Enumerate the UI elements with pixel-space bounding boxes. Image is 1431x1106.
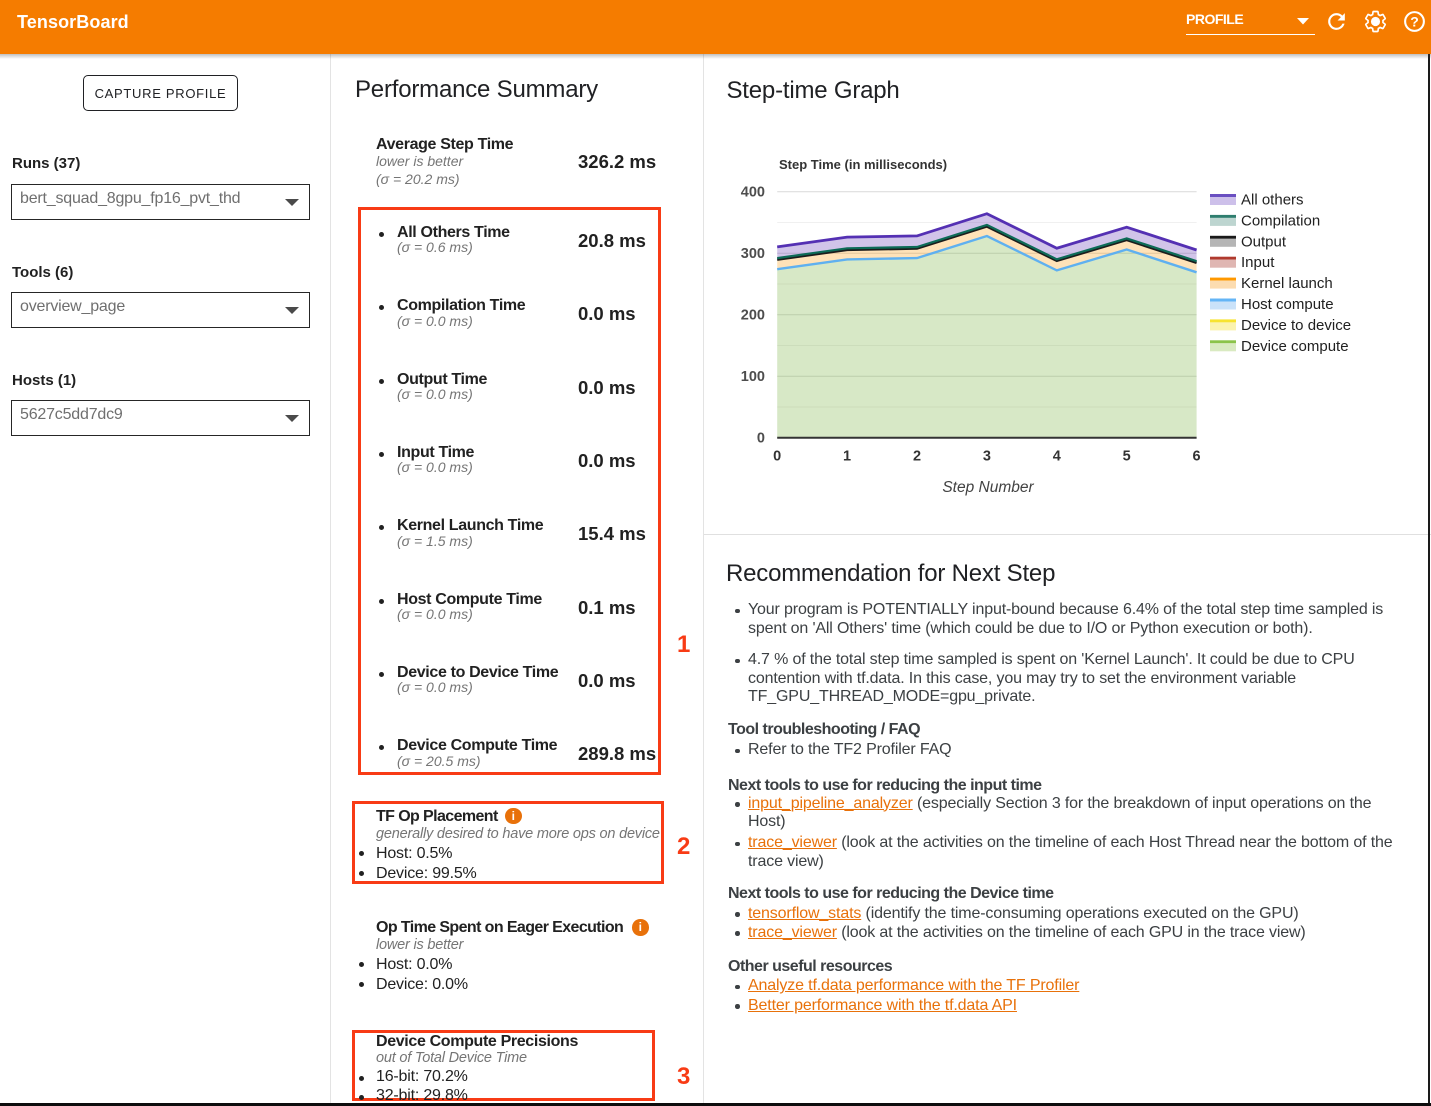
svg-text:Host compute: Host compute — [1241, 296, 1334, 313]
svg-text:1: 1 — [843, 449, 851, 465]
svg-text:Step Number: Step Number — [942, 479, 1034, 496]
svg-text:Kernel launch: Kernel launch — [1241, 275, 1333, 292]
svg-text:3: 3 — [983, 449, 991, 465]
svg-text:Device compute: Device compute — [1241, 338, 1349, 355]
svg-text:All others: All others — [1241, 192, 1304, 209]
svg-text:Input: Input — [1241, 254, 1275, 271]
svg-text:0: 0 — [773, 449, 781, 465]
svg-text:300: 300 — [741, 246, 765, 262]
svg-text:Device to device: Device to device — [1241, 317, 1351, 334]
svg-text:200: 200 — [741, 308, 765, 324]
svg-text:100: 100 — [741, 369, 765, 385]
svg-text:2: 2 — [913, 449, 921, 465]
svg-text:4: 4 — [1053, 449, 1061, 465]
svg-text:6: 6 — [1193, 449, 1201, 465]
svg-text:Compilation: Compilation — [1241, 212, 1320, 229]
svg-text:Step Time (in milliseconds): Step Time (in milliseconds) — [779, 157, 947, 172]
svg-text:?: ? — [1410, 13, 1419, 29]
svg-text:Output: Output — [1241, 233, 1287, 250]
svg-text:0: 0 — [757, 431, 765, 447]
svg-text:400: 400 — [741, 185, 765, 201]
svg-text:5: 5 — [1123, 449, 1131, 465]
